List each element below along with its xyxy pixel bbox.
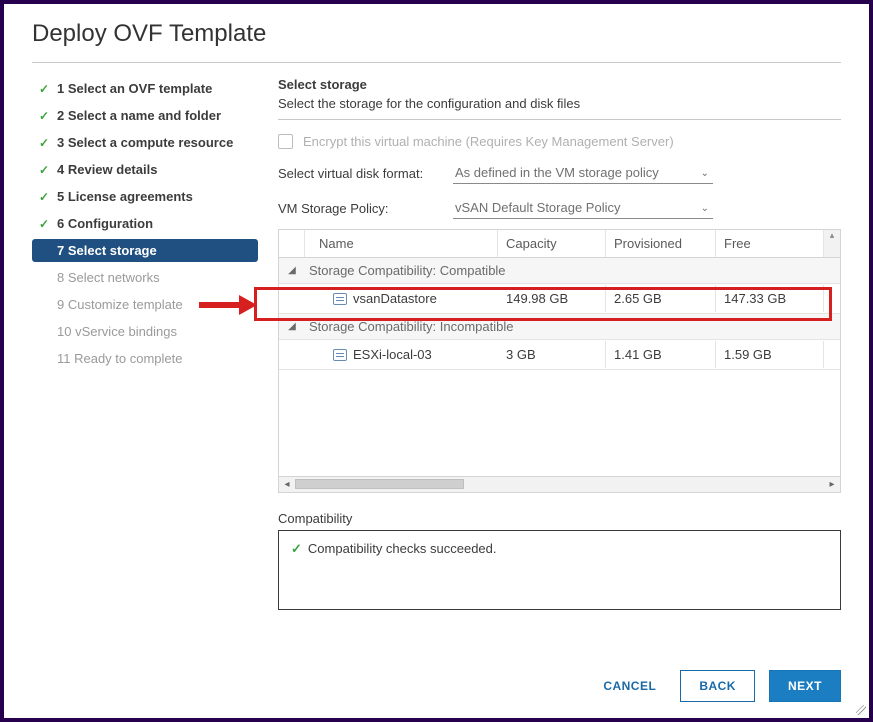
step-6[interactable]: ✓6 Configuration: [32, 212, 258, 235]
check-icon: ✓: [38, 136, 50, 150]
divider: [32, 62, 841, 63]
back-button[interactable]: BACK: [680, 670, 755, 702]
check-icon: ✓: [38, 82, 50, 96]
dialog-title: Deploy OVF Template: [32, 14, 841, 62]
compatibility-box: ✓ Compatibility checks succeeded.: [278, 530, 841, 610]
disk-format-value: As defined in the VM storage policy: [455, 165, 659, 180]
encrypt-checkbox: [278, 134, 293, 149]
step-11: 11 Ready to complete: [32, 347, 258, 370]
storage-policy-value: vSAN Default Storage Policy: [455, 200, 620, 215]
step-2[interactable]: ✓2 Select a name and folder: [32, 104, 258, 127]
chevron-down-icon: ⌄: [701, 168, 709, 179]
scroll-thumb[interactable]: [295, 479, 464, 489]
dialog-footer: CANCEL BACK NEXT: [593, 670, 841, 702]
check-icon: ✓: [38, 190, 50, 204]
group-incompatible[interactable]: ◢ Storage Compatibility: Incompatible: [279, 314, 840, 340]
datastore-name: ESXi-local-03: [353, 347, 432, 362]
cell-free: 147.33 GB: [716, 285, 824, 312]
step-7[interactable]: 7 Select storage: [32, 239, 258, 262]
step-9: 9 Customize template: [32, 293, 258, 316]
step-10: 10 vService bindings: [32, 320, 258, 343]
group-compatible[interactable]: ◢ Storage Compatibility: Compatible: [279, 258, 840, 284]
datastore-row-vsan[interactable]: vsanDatastore 149.98 GB 2.65 GB 147.33 G…: [279, 284, 840, 314]
scroll-right-icon[interactable]: ▸: [824, 479, 840, 490]
step-4[interactable]: ✓4 Review details: [32, 158, 258, 181]
group-label: Storage Compatibility: Incompatible: [305, 314, 518, 339]
disk-format-label: Select virtual disk format:: [278, 166, 443, 181]
header-capacity[interactable]: Capacity: [498, 230, 606, 257]
cancel-button[interactable]: CANCEL: [593, 671, 666, 701]
grid-header: Name Capacity Provisioned Free ▴: [279, 230, 840, 258]
disk-format-dropdown[interactable]: As defined in the VM storage policy ⌄: [453, 163, 713, 184]
check-icon: ✓: [38, 109, 50, 123]
datastore-grid: Name Capacity Provisioned Free ▴ ◢ Stora…: [278, 229, 841, 493]
section-title: Select storage: [278, 77, 841, 92]
step-5[interactable]: ✓5 License agreements: [32, 185, 258, 208]
storage-policy-dropdown[interactable]: vSAN Default Storage Policy ⌄: [453, 198, 713, 219]
check-icon: ✓: [291, 541, 302, 556]
storage-policy-label: VM Storage Policy:: [278, 201, 443, 216]
wizard-body: ✓1 Select an OVF template ✓2 Select a na…: [32, 77, 841, 610]
storage-policy-row: VM Storage Policy: vSAN Default Storage …: [278, 198, 841, 219]
step-3[interactable]: ✓3 Select a compute resource: [32, 131, 258, 154]
step-1[interactable]: ✓1 Select an OVF template: [32, 77, 258, 100]
horizontal-scrollbar[interactable]: ◂ ▸: [279, 476, 840, 492]
compatibility-label: Compatibility: [278, 511, 841, 526]
group-label: Storage Compatibility: Compatible: [305, 258, 510, 283]
next-button[interactable]: NEXT: [769, 670, 841, 702]
cell-provisioned: 1.41 GB: [606, 341, 716, 368]
divider: [278, 119, 841, 120]
cell-capacity: 149.98 GB: [498, 285, 606, 312]
datastore-name: vsanDatastore: [353, 291, 437, 306]
cell-provisioned: 2.65 GB: [606, 285, 716, 312]
datastore-row-esxi[interactable]: ESXi-local-03 3 GB 1.41 GB 1.59 GB: [279, 340, 840, 370]
wizard-steps: ✓1 Select an OVF template ✓2 Select a na…: [32, 77, 258, 610]
encrypt-label: Encrypt this virtual machine (Requires K…: [303, 134, 674, 149]
cell-capacity: 3 GB: [498, 341, 606, 368]
compatibility-message: Compatibility checks succeeded.: [308, 541, 497, 556]
header-name[interactable]: Name: [305, 230, 498, 257]
datastore-icon: [333, 293, 347, 305]
expand-column: [279, 230, 305, 257]
chevron-down-icon: ⌄: [701, 203, 709, 214]
collapse-icon[interactable]: ◢: [279, 314, 305, 339]
resize-grip[interactable]: [856, 705, 866, 715]
wizard-dialog: Deploy OVF Template ✓1 Select an OVF tem…: [0, 0, 873, 722]
check-icon: ✓: [38, 163, 50, 177]
step-8: 8 Select networks: [32, 266, 258, 289]
section-subtitle: Select the storage for the configuration…: [278, 96, 841, 111]
encrypt-row: Encrypt this virtual machine (Requires K…: [278, 134, 841, 149]
disk-format-row: Select virtual disk format: As defined i…: [278, 163, 841, 184]
check-icon: ✓: [38, 217, 50, 231]
scroll-left-icon[interactable]: ◂: [279, 479, 295, 490]
vertical-scrollbar[interactable]: ▴: [824, 230, 840, 257]
header-free[interactable]: Free: [716, 230, 824, 257]
wizard-content: Select storage Select the storage for th…: [258, 77, 841, 610]
header-provisioned[interactable]: Provisioned: [606, 230, 716, 257]
cell-free: 1.59 GB: [716, 341, 824, 368]
collapse-icon[interactable]: ◢: [279, 258, 305, 283]
datastore-icon: [333, 349, 347, 361]
